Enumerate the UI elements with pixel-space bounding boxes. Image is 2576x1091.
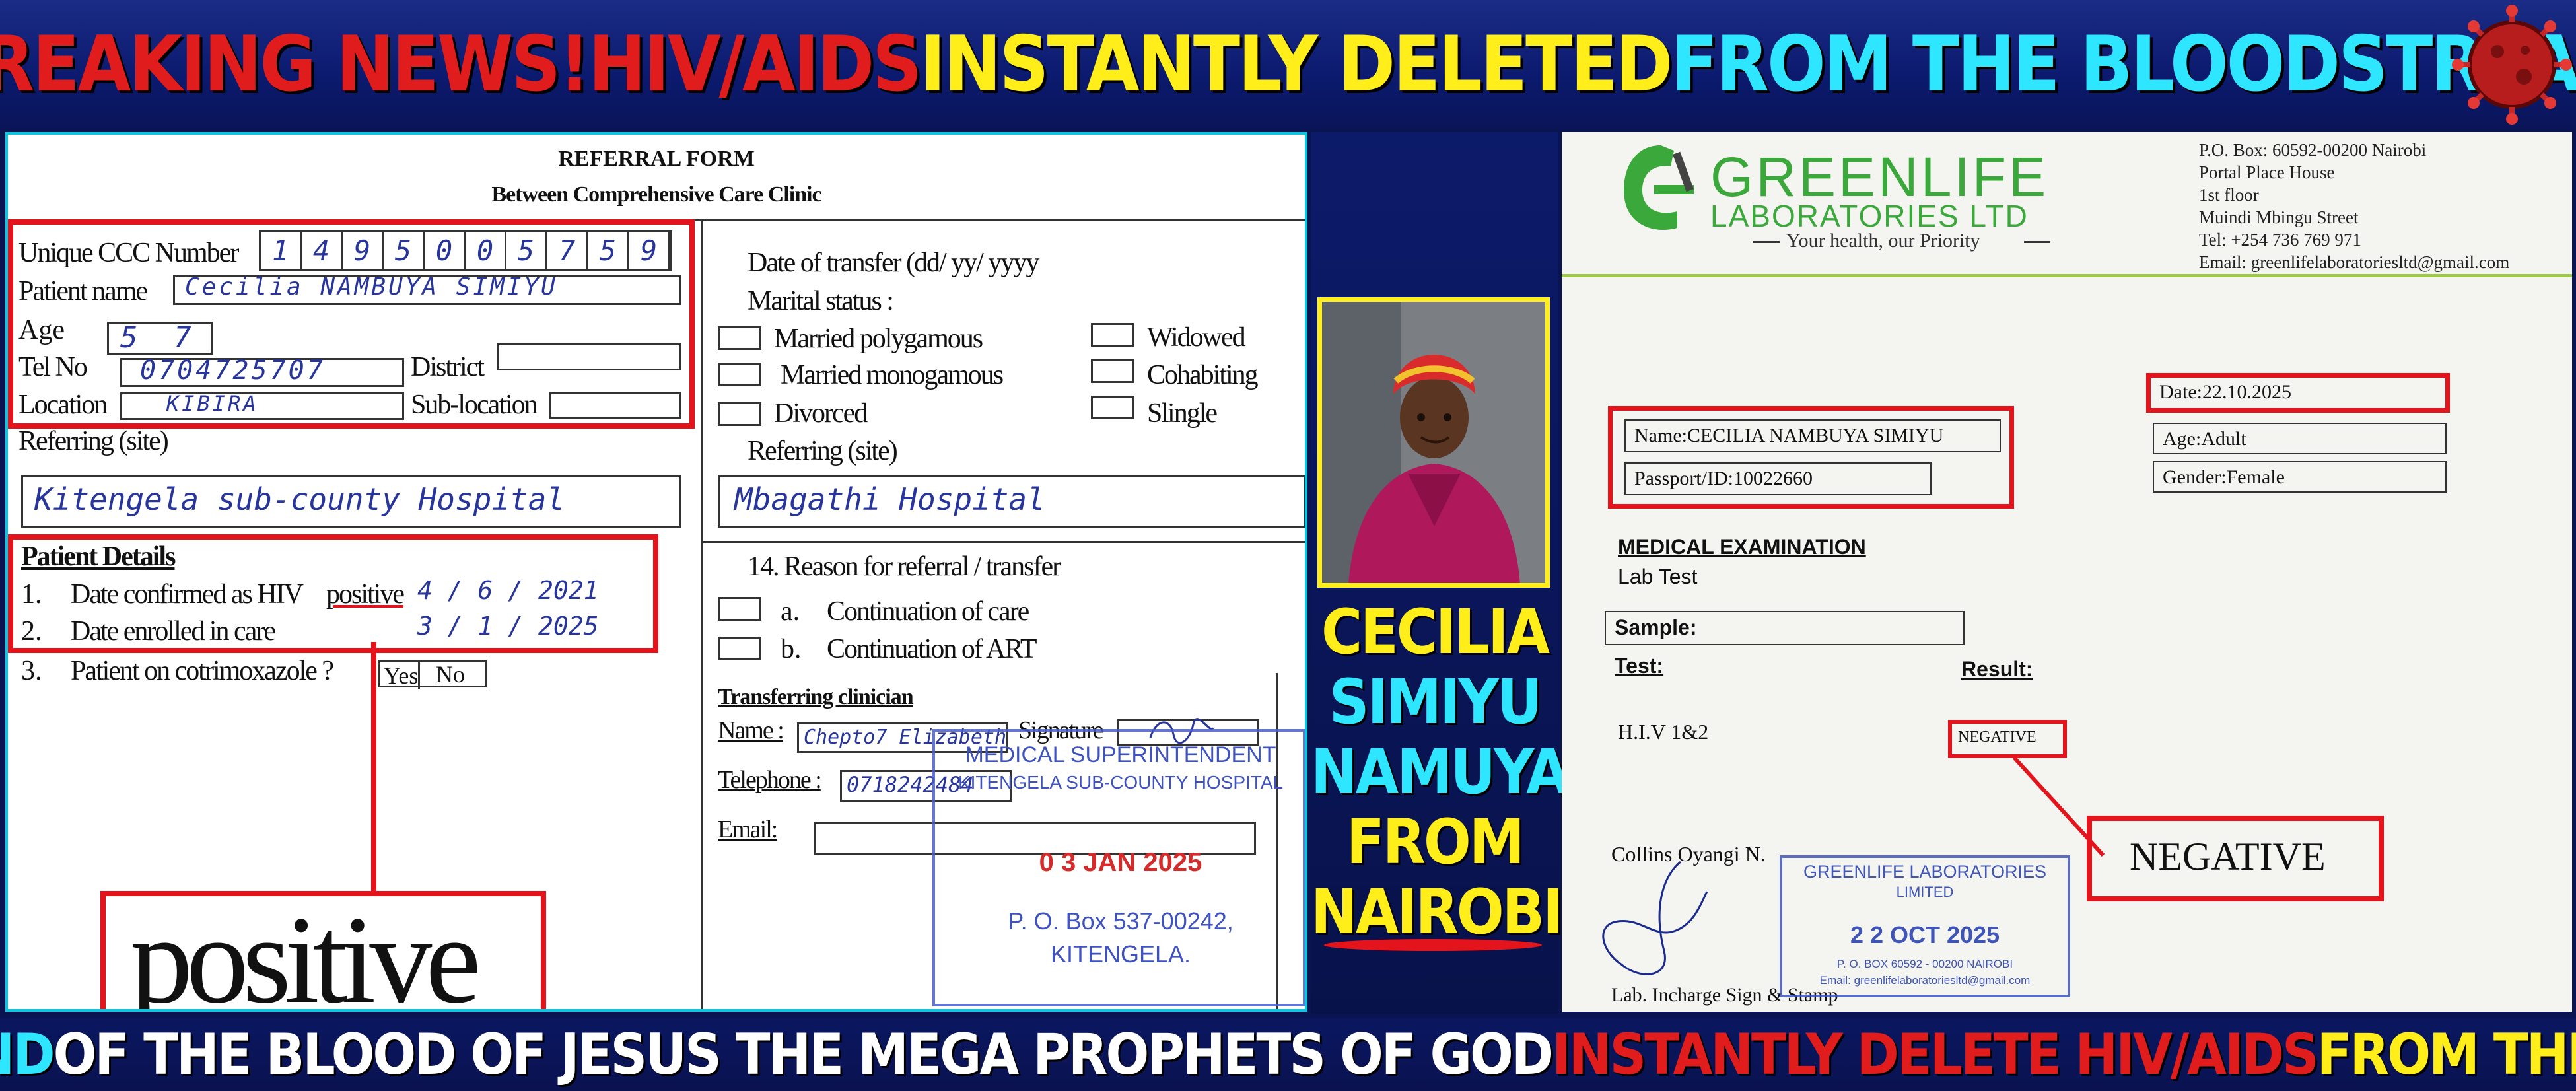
referring-site-label: Referring (site) bbox=[18, 426, 169, 456]
footer-at-one-command: AT ONE COMMAND bbox=[0, 1022, 55, 1088]
footer-blood-of-jesus: OF THE BLOOD OF JESUS THE MEGA PROPHETS … bbox=[53, 1022, 1554, 1088]
email-label: Email: bbox=[718, 816, 778, 843]
lab-test-label: Lab Test bbox=[1618, 565, 1698, 588]
result-big: NEGATIVE bbox=[2130, 835, 2326, 878]
date-of-transfer-label: Date of transfer (dd/ yy/ yyyy bbox=[748, 248, 1039, 278]
microscope-logo-icon bbox=[1624, 145, 1694, 230]
reason-b-letter: b. bbox=[781, 634, 802, 664]
lab-stamp-limited: LIMITED bbox=[1896, 884, 1954, 900]
caption-line-5: NAIROBI bbox=[1311, 876, 1564, 948]
medical-exam-heading: MEDICAL EXAMINATION bbox=[1618, 535, 1866, 559]
report-passport: Passport/ID:10022660 bbox=[1634, 468, 1813, 489]
test-name: H.I.V 1&2 bbox=[1618, 720, 1709, 744]
patient-name-caption: CECILIA SIMIYU NAMUYA FROM NAIROBI bbox=[1311, 596, 1570, 948]
woman-portrait-icon bbox=[1322, 302, 1545, 583]
married-monogamous-label: Married monogamous bbox=[781, 360, 1004, 390]
referring-to-site-label: Referring (site) bbox=[748, 436, 898, 466]
caption-line-1: CECILIA bbox=[1321, 596, 1550, 668]
stamp-hospital-name: KITENGELA SUB-COUNTY HOSPITAL bbox=[957, 772, 1284, 792]
headline-from-bloodstream: FROM THE BLOODSTREAM bbox=[1671, 20, 2576, 109]
caption-underline-swoosh bbox=[1324, 939, 1542, 951]
form-title: REFERRAL FORM bbox=[558, 147, 755, 171]
report-age: Age:Adult bbox=[2163, 428, 2246, 450]
report-gender: Gender:Female bbox=[2163, 466, 2285, 488]
lab-address-line: 1st floor bbox=[2199, 185, 2259, 205]
reason-a-checkbox[interactable] bbox=[718, 597, 761, 621]
marital-status-label: Marital status : bbox=[748, 286, 894, 316]
technician-signature-scribble bbox=[1602, 861, 1708, 975]
lab-address-line: Email: greenlifelaboratoriesltd@gmail.co… bbox=[2199, 252, 2510, 272]
cotrimoxazole-no[interactable]: No bbox=[436, 660, 465, 688]
bottom-headline-banner: AT ONE COMMAND OF THE BLOOD OF JESUS THE… bbox=[0, 1018, 2576, 1091]
caption-line-4: FROM bbox=[1346, 806, 1525, 878]
married-polygamous-checkbox[interactable] bbox=[718, 326, 761, 350]
headline-instantly-deleted: INSTANTLY DELETED bbox=[920, 20, 1673, 109]
lab-stamp-date: 2 2 OCT 2025 bbox=[1850, 921, 2000, 948]
reason-a-label: Continuation of care bbox=[827, 596, 1029, 627]
highlight-identity-box bbox=[8, 219, 695, 429]
telephone-label: Telephone : bbox=[718, 766, 822, 794]
lab-stamp-name: GREENLIFE LABORATORIES bbox=[1803, 862, 2047, 882]
detail-3-number: 3. bbox=[21, 656, 42, 686]
cotrimoxazole-yes[interactable]: Yes bbox=[380, 662, 421, 689]
transferring-clinician-heading: Transferring clinician bbox=[718, 685, 914, 709]
result-small: NEGATIVE bbox=[1958, 728, 2036, 746]
single-label: Slingle bbox=[1147, 398, 1218, 429]
caption-line-2: SIMIYU bbox=[1329, 666, 1543, 738]
stamp-date: 0 3 JAN 2025 bbox=[1039, 848, 1202, 877]
top-headline-banner: BREAKING NEWS! HIV/AIDS INSTANTLY DELETE… bbox=[0, 0, 2576, 129]
headline-breaking-news: BREAKING NEWS! bbox=[0, 20, 590, 109]
married-polygamous-label: Married polygamous bbox=[774, 324, 983, 354]
referring-site-value: Kitengela sub-county Hospital bbox=[34, 481, 565, 517]
highlight-patient-details-box bbox=[8, 534, 658, 653]
lab-tagline: Your health, our Priority bbox=[1786, 230, 1980, 252]
report-date: Date:22.10.2025 bbox=[2159, 381, 2291, 403]
patient-photo bbox=[1317, 297, 1550, 588]
married-monogamous-checkbox[interactable] bbox=[718, 363, 761, 386]
connector-line bbox=[371, 642, 376, 893]
lab-logo-subtitle: LABORATORIES LTD bbox=[1710, 199, 2029, 233]
widowed-checkbox[interactable] bbox=[1091, 323, 1134, 347]
detail-3-label: Patient on cotrimoxazole ? bbox=[71, 656, 334, 686]
lab-report-panel: GREENLIFE LABORATORIES LTD Your health, … bbox=[1562, 132, 2572, 1012]
form-subtitle: Between Comprehensive Care Clinic bbox=[491, 182, 821, 207]
result-label: Result: bbox=[1961, 657, 2033, 681]
clinician-name-label: Name : bbox=[718, 717, 784, 744]
reason-label: 14. Reason for referral / transfer bbox=[748, 551, 1061, 582]
reason-a-letter: a. bbox=[781, 596, 800, 627]
report-patient-name: Name:CECILIA NAMBUYA SIMIYU bbox=[1634, 425, 1944, 446]
single-checkbox[interactable] bbox=[1091, 396, 1134, 419]
widowed-label: Widowed bbox=[1147, 322, 1246, 353]
highlight-positive-zoom bbox=[100, 891, 546, 1009]
divorced-checkbox[interactable] bbox=[718, 402, 761, 426]
lab-address-line: Portal Place House bbox=[2199, 162, 2335, 182]
lab-address-line: Tel: +254 736 769 971 bbox=[2199, 230, 2361, 250]
referring-to-site-value: Mbagathi Hospital bbox=[734, 481, 1045, 517]
stamp-box: P. O. Box 537-00242, bbox=[1008, 907, 1234, 934]
cohabiting-label: Cohabiting bbox=[1147, 360, 1259, 390]
footer-from-bloodstream: FROM THE BLOODSTREAM bbox=[2316, 1022, 2576, 1088]
cotrimoxazole-yes-no[interactable]: Yes bbox=[378, 660, 487, 689]
footer-instantly-delete: INSTANTLY DELETE HIV/AIDS bbox=[1552, 1022, 2319, 1088]
caption-line-3: NAMUYA bbox=[1311, 736, 1570, 808]
divorced-label: Divorced bbox=[774, 398, 868, 429]
stamp-town: KITENGELA. bbox=[1050, 940, 1191, 968]
lab-stamp-box: P. O. BOX 60592 - 00200 NAIROBI bbox=[1836, 958, 2013, 970]
reason-b-checkbox[interactable] bbox=[718, 637, 761, 660]
lab-address-block: P.O. Box: 60592-00200 Nairobi Portal Pla… bbox=[2199, 139, 2509, 273]
lab-address-line: Muindi Mbingu Street bbox=[2199, 207, 2359, 227]
sample-label: Sample: bbox=[1615, 616, 1697, 639]
cohabiting-checkbox[interactable] bbox=[1091, 359, 1134, 383]
test-label: Test: bbox=[1615, 654, 1664, 678]
lab-address-line: P.O. Box: 60592-00200 Nairobi bbox=[2199, 140, 2427, 160]
reason-b-label: Continuation of ART bbox=[827, 634, 1037, 664]
referral-form-panel: REFERRAL FORM Between Comprehensive Care… bbox=[5, 132, 1307, 1012]
lab-stamp-email: Email: greenlifelaboratoriesltd@gmail.co… bbox=[1819, 974, 2031, 987]
stamp-superintendent: MEDICAL SUPERINTENDENT bbox=[965, 742, 1276, 767]
virus-icon bbox=[2452, 5, 2572, 125]
headline-hiv-aids: HIV/AIDS bbox=[588, 20, 922, 109]
